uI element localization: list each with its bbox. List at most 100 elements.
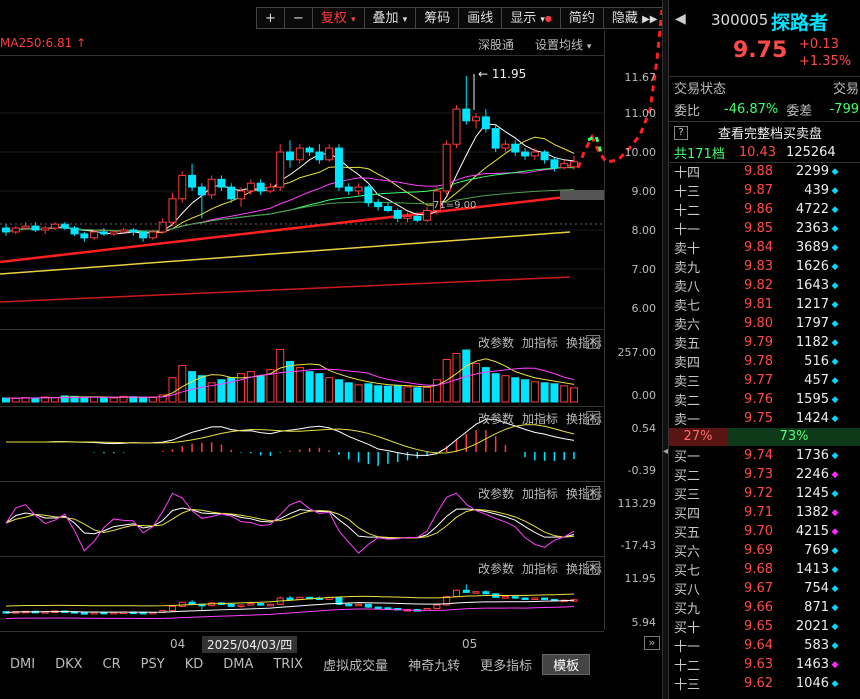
add-indicator-button[interactable]: 加指标 [522, 334, 558, 351]
level-label: 卖二 [674, 394, 701, 409]
candle-body [31, 225, 40, 231]
close-icon[interactable]: ✕ [586, 561, 600, 575]
candle-body [442, 143, 451, 192]
level-volume: 1797 [795, 316, 829, 331]
order-level-row[interactable]: 买九 9.66 871 ◆ [669, 598, 860, 617]
indicator-tab[interactable]: DMI [0, 657, 45, 672]
volume-bar [560, 385, 569, 403]
chart-canvas[interactable] [0, 0, 662, 632]
candle-body [217, 178, 226, 188]
volume-bar [550, 383, 559, 403]
level-price: 9.77 [744, 373, 773, 388]
trade-status-row: 交易状态 交易 [669, 78, 860, 97]
indicator-tab[interactable]: 更多指标 [470, 655, 542, 674]
order-dot-icon: ◆ [831, 185, 839, 196]
add-indicator-button[interactable]: 加指标 [522, 560, 558, 577]
level-price: 9.64 [744, 638, 773, 653]
order-level-row[interactable]: 卖十 9.84 3689 ◆ [669, 238, 860, 257]
order-level-row[interactable]: 十三 9.87 439 ◆ [669, 181, 860, 200]
edit-params-button[interactable]: 改参数 [478, 334, 514, 351]
candle-body [295, 147, 304, 161]
volume-bar [315, 373, 324, 403]
scroll-right-icon[interactable]: » [644, 636, 660, 650]
level-volume: 1245 [795, 486, 829, 501]
boll-candle-body [247, 603, 255, 606]
order-level-row[interactable]: 买七 9.68 1413 ◆ [669, 560, 860, 579]
y-tick: 6.00 [631, 302, 657, 315]
order-level-row[interactable]: 卖七 9.81 1217 ◆ [669, 295, 860, 314]
order-level-row[interactable]: 十三 9.62 1046 ◆ [669, 674, 860, 693]
order-level-row[interactable]: 买一 9.74 1736 ◆ [669, 446, 860, 465]
close-icon[interactable]: ✕ [586, 411, 600, 425]
full-book-link[interactable]: 查看完整档买卖盘 [718, 123, 822, 142]
order-level-row[interactable]: 卖八 9.82 1643 ◆ [669, 276, 860, 295]
candle-body [530, 151, 539, 157]
order-level-row[interactable]: 买六 9.69 769 ◆ [669, 541, 860, 560]
indicator-tab[interactable]: PSY [131, 657, 175, 672]
order-dot-icon: ◆ [831, 280, 839, 291]
indicator-tab[interactable]: 神奇九转 [398, 655, 470, 674]
order-level-row[interactable]: 卖四 9.78 516 ◆ [669, 352, 860, 371]
indicator-tab[interactable]: DKX [45, 657, 92, 672]
level-price: 9.65 [744, 619, 773, 634]
order-level-row[interactable]: 买三 9.72 1245 ◆ [669, 484, 860, 503]
level-label: 买九 [674, 602, 701, 617]
edit-params-button[interactable]: 改参数 [478, 410, 514, 427]
order-dot-icon: ◆ [831, 488, 839, 499]
order-dot-icon: ◆ [831, 299, 839, 310]
indicator-tab[interactable]: KD [175, 657, 214, 672]
boll-candle-body [257, 603, 265, 606]
level-label: 十四 [674, 166, 701, 181]
candle-body [256, 182, 265, 192]
edit-params-button[interactable]: 改参数 [478, 485, 514, 502]
order-level-row[interactable]: 卖六 9.80 1797 ◆ [669, 314, 860, 333]
kdj-tick-low: -17.43 [620, 539, 656, 552]
order-level-row[interactable]: 十二 9.86 4722 ◆ [669, 200, 860, 219]
close-icon[interactable]: ✕ [586, 486, 600, 500]
order-level-row[interactable]: 卖一 9.75 1424 ◆ [669, 409, 860, 428]
edit-params-button[interactable]: 改参数 [478, 560, 514, 577]
level-volume: 1463 [795, 657, 829, 672]
trade-status-label: 交易状态 [674, 82, 727, 97]
back-arrow-icon[interactable]: ◀ [675, 11, 686, 27]
candle-body [99, 231, 108, 235]
order-level-row[interactable]: 买四 9.71 1382 ◆ [669, 503, 860, 522]
order-level-row[interactable]: 买五 9.70 4215 ◆ [669, 522, 860, 541]
order-level-row[interactable]: 十四 9.88 2299 ◆ [669, 162, 860, 181]
order-level-row[interactable]: 卖五 9.79 1182 ◆ [669, 333, 860, 352]
boll-candle-body [511, 596, 519, 599]
indicator-tab[interactable]: DMA [213, 657, 263, 672]
add-indicator-button[interactable]: 加指标 [522, 485, 558, 502]
indicator-tab[interactable]: 虚拟成交量 [313, 655, 398, 674]
order-level-row[interactable]: 买二 9.73 2246 ◆ [669, 465, 860, 484]
level-price: 9.88 [744, 164, 773, 179]
order-level-row[interactable]: 卖三 9.77 457 ◆ [669, 371, 860, 390]
add-indicator-button[interactable]: 加指标 [522, 410, 558, 427]
y-tick: 9.00 [631, 185, 657, 198]
order-dot-icon: ◆ [831, 507, 839, 518]
candle-body [276, 151, 285, 188]
indicator-tab[interactable]: TRIX [263, 657, 313, 672]
level-price: 9.87 [744, 183, 773, 198]
order-level-row[interactable]: 卖九 9.83 1626 ◆ [669, 257, 860, 276]
full-book-row[interactable]: ? 查看完整档买卖盘 [669, 123, 860, 142]
close-icon[interactable]: ✕ [586, 335, 600, 349]
order-level-row[interactable]: 十一 9.64 583 ◆ [669, 636, 860, 655]
candle-body [491, 128, 500, 149]
candle-body [315, 151, 324, 161]
forecast-line [587, 133, 604, 157]
order-level-row[interactable]: 买八 9.67 754 ◆ [669, 579, 860, 598]
help-icon[interactable]: ? [674, 125, 688, 140]
boll-mid-line [5, 599, 575, 613]
order-level-row[interactable]: 十一 9.85 2363 ◆ [669, 219, 860, 238]
order-dot-icon: ◆ [831, 640, 839, 651]
order-level-row[interactable]: 卖二 9.76 1595 ◆ [669, 390, 860, 409]
indicator-tab[interactable]: CR [93, 657, 131, 672]
candle-body [560, 163, 569, 169]
level-label: 卖九 [674, 261, 701, 276]
indicator-tab[interactable]: 模板 [542, 653, 591, 675]
order-level-row[interactable]: 买十 9.65 2021 ◆ [669, 617, 860, 636]
weicha-label: 委差 [786, 104, 813, 119]
volume-bar [570, 387, 578, 403]
order-level-row[interactable]: 十二 9.63 1463 ◆ [669, 655, 860, 674]
